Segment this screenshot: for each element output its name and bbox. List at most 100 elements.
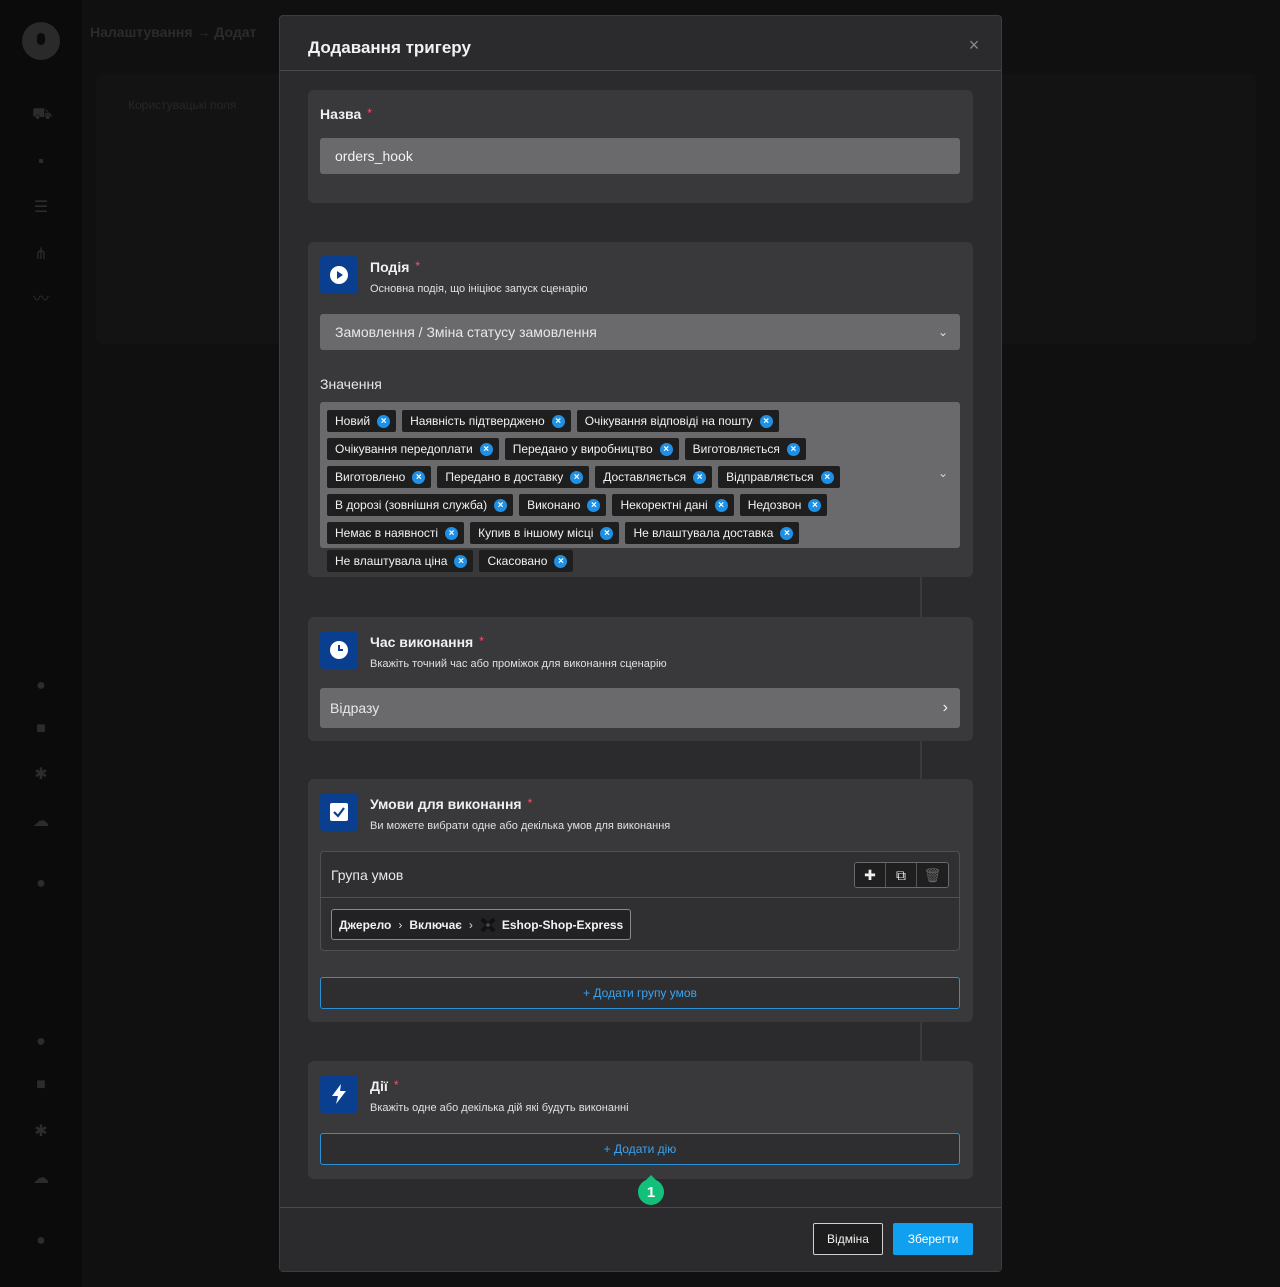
value-tag-label: Виготовлено [335,470,406,484]
app-logo [22,22,60,60]
gear-icon-2: ✱ [34,1123,48,1140]
name-input[interactable]: orders_hook [320,138,960,174]
time-select[interactable]: Відразу › [320,688,960,728]
gear-icon: ✱ [34,766,48,783]
actions-description: Вкажіть одне або декілька дій які будуть… [370,1102,629,1114]
actions-title: Дії [370,1078,388,1094]
value-tag-label: Купив в іншому місці [478,526,594,540]
condition-chip[interactable]: Джерело › Включає › Eshop-Shop-Express [331,909,632,940]
remove-tag-icon[interactable]: × [454,554,468,568]
value-tag: Передано у виробництво × [504,438,679,460]
cart-icon: ⛟ [32,106,53,123]
condition-group-header: Група умов ✚ ⧉ 🗑 [321,852,959,898]
cancel-button[interactable]: Відміна [813,1223,883,1255]
value-tag: Доставляється × [595,466,713,488]
remove-tag-icon[interactable]: × [600,526,614,540]
chevron-right-icon: › [942,699,948,716]
remove-tag-icon[interactable]: × [551,414,565,428]
value-tag: Виготовляється × [684,438,806,460]
values-multiselect[interactable]: Новий × Наявність підтверджено × Очікування … [320,402,960,572]
background-subtitle: Користувацькі поля [128,98,237,112]
bulb-icon: ● [36,677,46,694]
value-tag-label: Не влаштувала ціна [335,554,448,568]
value-tag: Передано в доставку × [437,466,590,488]
required-mark: * [415,259,421,273]
step-connector [920,741,922,779]
chart-icon: 〰 [32,291,49,308]
value-tag-label: Виготовляється [692,442,780,456]
bulb-icon-2: ● [36,1033,46,1050]
actions-title-wrap: Дії * [370,1078,398,1096]
time-card: Час виконання * Вкажіть точний час або пр… [308,617,973,741]
save-button[interactable]: Зберегти [893,1223,973,1255]
remove-tag-icon[interactable]: × [445,526,459,540]
remove-tag-icon[interactable]: × [808,498,822,512]
step-connector [920,577,922,617]
add-action-button[interactable]: + Додати дію [320,1133,960,1165]
value-tag-label: Виконано [527,498,581,512]
trash-icon[interactable]: 🗑 [917,863,948,887]
value-tag: Купив в іншому місці × [470,522,620,544]
modal-title: Додавання тригеру [308,38,471,57]
shop-logo-icon [480,917,496,933]
cloud-icon-2: ☁ [33,1170,49,1187]
value-tag: Немає в наявності × [327,522,465,544]
copy-icon[interactable]: ⧉ [886,863,917,887]
remove-tag-icon[interactable]: × [554,554,568,568]
modal-header: Додавання тригеру × [280,16,1001,71]
clock-icon [320,631,358,669]
background-sidebar: ⛟ ▪ ☰ ⋔ 〰 ● ■ ✱ ☁ ● ● ■ ✱ ☁ ● [0,0,82,1287]
plus-icon[interactable]: ✚ [855,863,886,887]
conditions-description: Ви можете вибрати одне або декілька умов… [370,820,671,832]
value-tag: Скасовано × [479,550,574,572]
value-tag: Некоректні дані × [612,494,734,516]
remove-tag-icon[interactable]: × [786,442,800,456]
event-description: Основна подія, що ініціює запуск сценарі… [370,283,588,295]
remove-tag-icon[interactable]: × [714,498,728,512]
value-tag-label: Немає в наявності [335,526,439,540]
remove-tag-icon[interactable]: × [479,442,493,456]
value-tag: Відправляється × [718,466,840,488]
chevron-right-icon: › [398,917,403,932]
checkbox-icon [320,793,358,831]
required-mark: * [479,634,484,648]
remove-tag-icon[interactable]: × [759,414,773,428]
required-mark: * [527,796,533,810]
time-value: Відразу [330,700,380,716]
remove-tag-icon[interactable]: × [820,470,834,484]
value-tag-label: Скасовано [487,554,548,568]
value-tag: Очікування відповіді на пошту × [576,410,779,432]
user-icon: ● [36,875,46,892]
add-condition-group-button[interactable]: + Додати групу умов [320,977,960,1009]
remove-tag-icon[interactable]: × [659,442,673,456]
lightning-icon [320,1075,358,1113]
value-tag: Не влаштувала ціна × [327,550,474,572]
doc-icon-2: ■ [36,1076,46,1093]
value-tag: Виготовлено × [327,466,432,488]
value-tag-label: Некоректні дані [620,498,708,512]
chevron-right-icon: › [468,917,473,932]
remove-tag-icon[interactable]: × [587,498,601,512]
value-tag: Недозвон × [739,494,828,516]
remove-tag-icon[interactable]: × [494,498,508,512]
time-title-wrap: Час виконання * [370,634,484,652]
remove-tag-icon[interactable]: × [780,526,794,540]
remove-tag-icon[interactable]: × [570,470,584,484]
remove-tag-icon[interactable]: × [377,414,391,428]
value-tag-label: Передано в доставку [445,470,564,484]
close-icon[interactable]: × [965,36,983,54]
conditions-title: Умови для виконання [370,796,522,812]
conditions-card: Умови для виконання * Ви можете вибрати о… [308,779,973,1022]
chevron-down-icon[interactable]: ⌄ [938,466,948,480]
value-tag: В дорозі (зовнішня служба) × [327,494,514,516]
value-tag: Не влаштувала доставка × [625,522,800,544]
remove-tag-icon[interactable]: × [412,470,426,484]
event-select[interactable]: Замовлення / Зміна статусу замовлення ⌄ [320,314,960,350]
remove-tag-icon[interactable]: × [693,470,707,484]
value-tag: Наявність підтверджено × [402,410,571,432]
value-tag: Очікування передоплати × [327,438,499,460]
values-tags: Новий × Наявність підтверджено × Очікування … [326,407,920,575]
chevron-down-icon: ⌄ [937,325,948,339]
required-mark: * [367,106,372,120]
condition-field: Джерело [339,917,392,932]
